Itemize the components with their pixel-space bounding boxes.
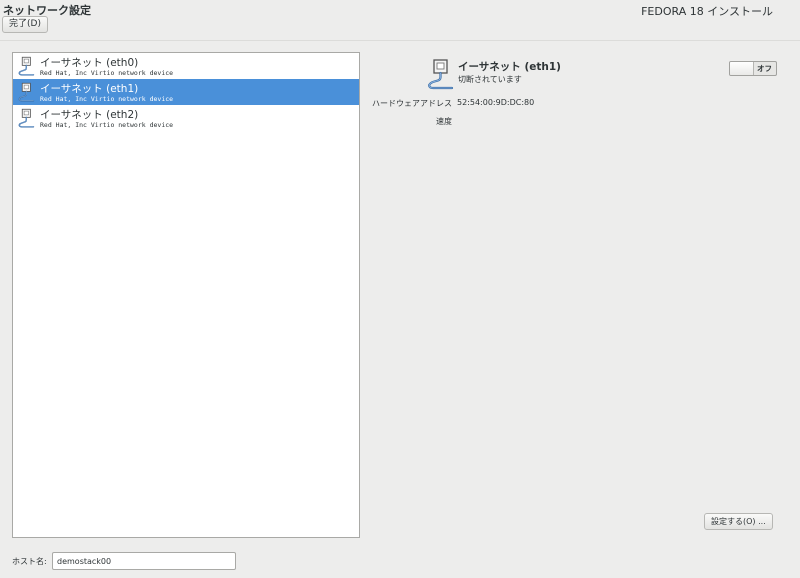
device-description: Red Hat, Inc Virtio network device	[40, 121, 174, 129]
hostname-input[interactable]	[52, 552, 236, 570]
device-item-eth2[interactable]: イーサネット (eth2) Red Hat, Inc Virtio networ…	[13, 105, 359, 131]
device-description: Red Hat, Inc Virtio network device	[40, 69, 174, 77]
configure-button[interactable]: 設定する(O) ...	[704, 513, 773, 530]
network-wired-icon	[16, 108, 36, 128]
product-title: FEDORA 18 インストール	[641, 5, 773, 18]
toggle-label: オフ	[757, 64, 772, 73]
toggle-knob	[730, 62, 754, 75]
device-list[interactable]: イーサネット (eth0) Red Hat, Inc Virtio networ…	[12, 52, 360, 538]
device-item-eth0[interactable]: イーサネット (eth0) Red Hat, Inc Virtio networ…	[13, 53, 359, 79]
speed-label: 速度	[436, 117, 452, 126]
network-wired-icon	[16, 56, 36, 76]
detail-status: 切断されています	[458, 75, 522, 84]
device-name: イーサネット (eth1)	[40, 83, 139, 95]
device-name: イーサネット (eth0)	[40, 57, 139, 69]
detail-device-name: イーサネット (eth1)	[458, 61, 561, 73]
hostname-label: ホスト名:	[12, 557, 47, 566]
header-bar: ネットワーク設定 完了(D) FEDORA 18 インストール	[0, 0, 800, 41]
done-button[interactable]: 完了(D)	[2, 16, 48, 33]
hardware-address-value: 52:54:00:9D:DC:80	[457, 98, 535, 107]
device-item-eth1[interactable]: イーサネット (eth1) Red Hat, Inc Virtio networ…	[13, 79, 359, 105]
hardware-address-label: ハードウェアアドレス	[372, 99, 452, 108]
network-wired-icon	[16, 82, 36, 102]
connection-toggle[interactable]: オフ	[729, 61, 777, 76]
network-wired-icon	[424, 58, 456, 90]
device-name: イーサネット (eth2)	[40, 109, 139, 121]
device-description: Red Hat, Inc Virtio network device	[40, 95, 174, 103]
